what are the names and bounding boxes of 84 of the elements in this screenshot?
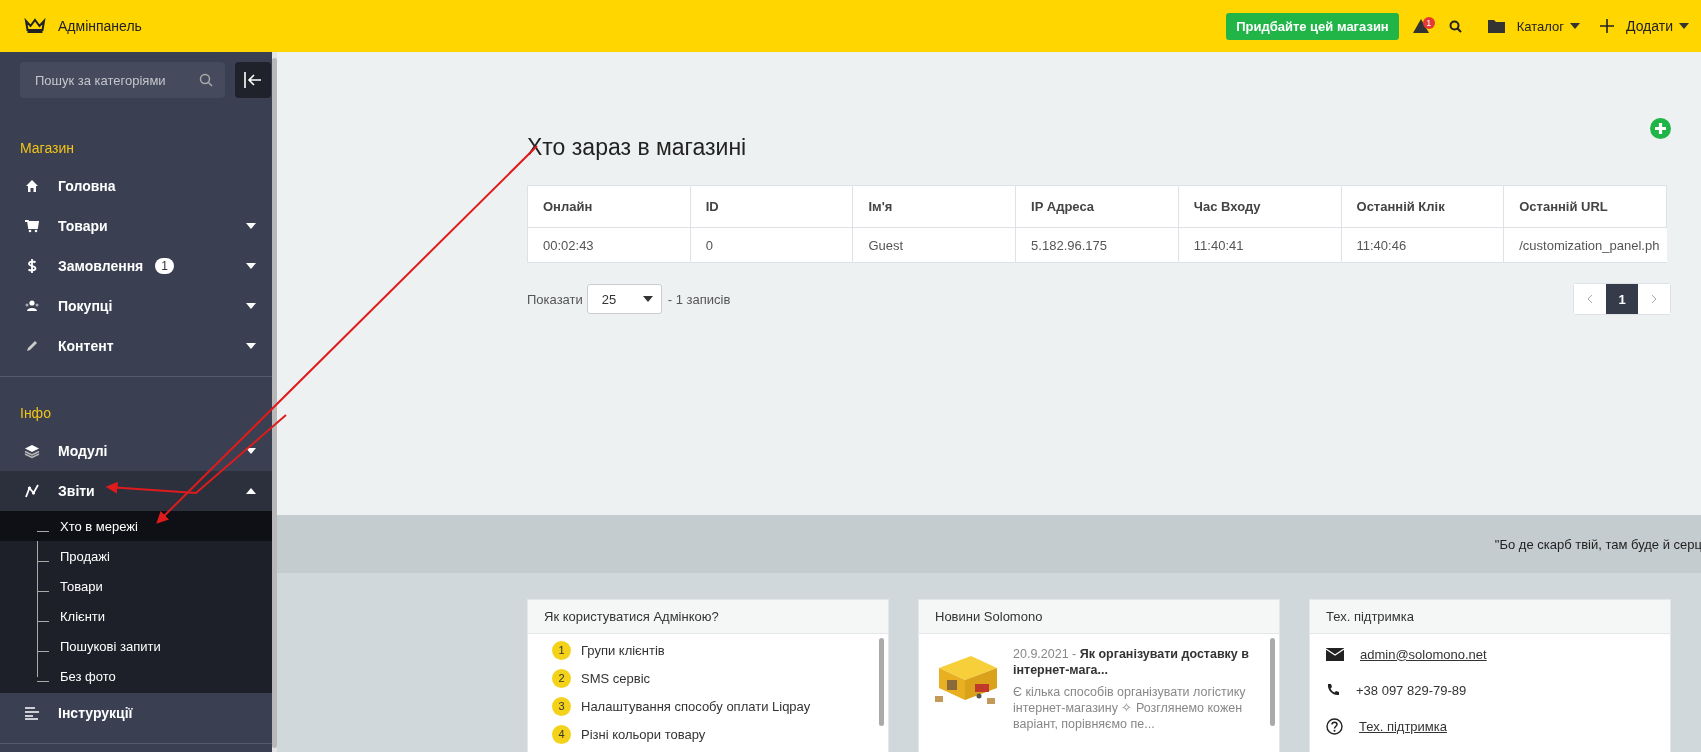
- sidebar-subitem[interactable]: Пошукові запити: [0, 631, 272, 661]
- add-icon[interactable]: [1650, 118, 1671, 139]
- caret-icon: [642, 296, 653, 302]
- nav-icon: [24, 178, 40, 194]
- nav-icon: [24, 443, 40, 459]
- sidebar-subitem[interactable]: Без фото: [0, 661, 272, 691]
- column-header: IP Адреса: [1015, 185, 1179, 228]
- phone-icon: [1326, 683, 1340, 697]
- caret-icon: [1570, 23, 1580, 29]
- support-link[interactable]: Тех. підтримка: [1359, 718, 1447, 734]
- card-title: Як користуватися Адмінкою?: [544, 609, 719, 624]
- sidebar-item[interactable]: Головна: [0, 166, 272, 206]
- chevron-left-icon: [1587, 294, 1593, 304]
- envelope-icon: [1326, 647, 1344, 661]
- sidebar-item[interactable]: Товари: [0, 206, 272, 246]
- category-search-field[interactable]: Пошук за категоріями: [20, 62, 225, 98]
- nav-icon: [24, 705, 40, 721]
- sidebar-subitem[interactable]: Продажі: [0, 541, 272, 571]
- chevron-right-icon: [1651, 294, 1657, 304]
- table-cell: 11:40:41: [1178, 227, 1341, 263]
- alert-count: 1: [1422, 17, 1435, 29]
- catalog-menu[interactable]: Каталог: [1487, 18, 1580, 34]
- sidebar-item[interactable]: Покупці: [0, 286, 272, 326]
- section-title: Інфо: [19, 405, 52, 423]
- step-number: 1: [552, 640, 571, 660]
- count-badge: 1: [155, 258, 174, 274]
- caret-icon: [1679, 23, 1689, 29]
- nav-icon: [24, 298, 40, 314]
- show-label: Показати: [527, 291, 583, 307]
- card-title: Новини Solomono: [935, 609, 1043, 624]
- help-link[interactable]: SMS сервіс: [581, 670, 651, 686]
- records-count: - 1 записів: [667, 291, 731, 307]
- add-menu[interactable]: Додати: [1600, 18, 1689, 34]
- sidebar-item[interactable]: Інстурукції: [0, 693, 272, 733]
- column-header: Останній URL: [1503, 185, 1667, 228]
- table-cell: /customization_panel.ph: [1503, 227, 1667, 263]
- column-header: Останній Клік: [1341, 185, 1504, 228]
- column-header: ID: [690, 185, 853, 228]
- folder-icon: [1487, 19, 1505, 33]
- page-title: Хто зараз в магазині: [527, 134, 747, 161]
- step-number: 4: [552, 724, 571, 744]
- scrollbar-thumb[interactable]: [1270, 638, 1275, 726]
- nav-icon: [24, 218, 40, 234]
- nav-icon: [24, 338, 40, 354]
- page-button[interactable]: 1: [1606, 284, 1638, 314]
- table-cell: 11:40:46: [1341, 227, 1504, 263]
- step-number: 3: [552, 696, 571, 716]
- nav-icon: [24, 483, 40, 499]
- sidebar-item[interactable]: Звіти: [0, 471, 272, 511]
- sidebar-subitem[interactable]: Хто в мережі: [0, 511, 272, 541]
- news-summary: Є кілька способів організувати логістику інтернет-магазину ✧ Розглянемо кожен варіант, порівняємо пе...: [1013, 684, 1247, 732]
- table-cell: 0: [690, 227, 853, 263]
- crown-icon: [24, 18, 46, 34]
- email-link[interactable]: admin@solomono.net: [1360, 646, 1487, 662]
- collapse-icon: [244, 72, 262, 88]
- column-header: Онлайн: [527, 185, 691, 228]
- search-icon[interactable]: [1448, 19, 1462, 33]
- app-title: Адмінпанель: [58, 18, 142, 34]
- help-link[interactable]: Групи клієнтів: [581, 642, 665, 658]
- table-cell: 00:02:43: [527, 227, 691, 263]
- step-number: 2: [552, 668, 571, 688]
- collapse-sidebar-button[interactable]: [235, 62, 271, 98]
- sidebar-subitem[interactable]: Товари: [0, 571, 272, 601]
- news-headline[interactable]: 20.9.2021 - Як організувати доставку в інтернет-мага...: [1013, 646, 1263, 678]
- sidebar-item[interactable]: Модулі: [0, 431, 272, 471]
- card-title: Тех. підтримка: [1326, 609, 1414, 624]
- phone-number: +38 097 829-79-89: [1356, 682, 1467, 698]
- table-cell: 5.182.96.175: [1015, 227, 1179, 263]
- table-cell: Guest: [852, 227, 1016, 263]
- sidebar-item[interactable]: Контент: [0, 326, 272, 366]
- section-title: Магазин: [19, 140, 75, 158]
- quote-text: "Бо де скарб твій, там буде й серц: [1494, 536, 1701, 552]
- warning-icon[interactable]: [1412, 19, 1429, 33]
- sidebar-subitem[interactable]: Клієнти: [0, 601, 272, 631]
- column-header: Час Входу: [1178, 185, 1341, 228]
- sidebar-item[interactable]: Замовлення 1: [0, 246, 272, 286]
- page-size-select[interactable]: 25: [586, 284, 662, 314]
- help-link[interactable]: Налаштування способу оплати Liqpay: [581, 698, 811, 714]
- scrollbar-thumb[interactable]: [879, 638, 884, 726]
- help-link[interactable]: Різні кольори товару: [581, 726, 706, 742]
- column-header: Ім'я: [852, 185, 1016, 228]
- help-icon: [1326, 717, 1343, 735]
- search-icon: [199, 73, 213, 87]
- plus-icon: [1600, 19, 1614, 33]
